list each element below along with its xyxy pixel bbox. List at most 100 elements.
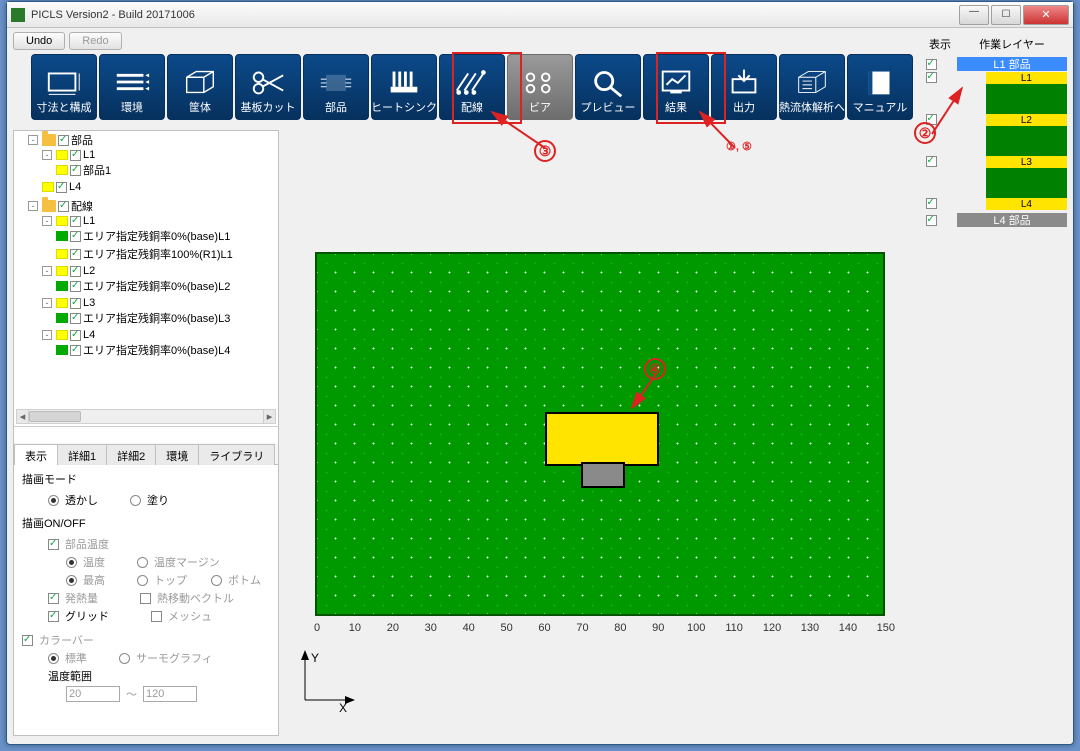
toolbar-heatsink[interactable]: ヒートシンク: [371, 54, 437, 120]
toolbar-export[interactable]: 出力: [711, 54, 777, 120]
layer-strip[interactable]: L3: [986, 156, 1067, 168]
radio-thermo[interactable]: [119, 653, 130, 664]
layer-show-chk[interactable]: [926, 59, 937, 70]
layer-strip[interactable]: L4: [986, 198, 1067, 210]
checkbox[interactable]: [70, 165, 81, 176]
radio-bottom[interactable]: [211, 575, 222, 586]
tree-view[interactable]: - 部品 - L1 部品1 L4 - 配線 - L1 エリ: [14, 131, 278, 427]
checkbox[interactable]: [70, 216, 81, 227]
scroll-left-icon[interactable]: ◂: [17, 410, 29, 423]
layer-swatch-icon: [56, 330, 68, 340]
close-button[interactable]: [1023, 5, 1069, 25]
checkbox[interactable]: [56, 182, 67, 193]
checkbox[interactable]: [70, 249, 81, 260]
toolbar-label: プレビュー: [581, 99, 636, 115]
tree-label[interactable]: エリア指定残銅率0%(base)L3: [83, 310, 230, 326]
twisty-icon[interactable]: -: [28, 201, 38, 211]
radio-standard[interactable]: [48, 653, 59, 664]
layer-show-chk[interactable]: [926, 114, 937, 125]
radio-max[interactable]: [66, 575, 77, 586]
layer-show-chk[interactable]: [926, 72, 937, 83]
tab-detail2[interactable]: 詳細2: [106, 444, 156, 465]
layer-item[interactable]: L4 部品: [957, 213, 1067, 227]
chk-grid[interactable]: [48, 611, 59, 622]
tree-label[interactable]: L1: [83, 215, 95, 227]
board-viewport[interactable]: [315, 252, 885, 616]
titlebar[interactable]: PICLS Version2 - Build 20171006: [7, 2, 1073, 28]
tab-library[interactable]: ライブラリ: [198, 444, 275, 465]
toolbar-result[interactable]: 結果: [643, 54, 709, 120]
radio-temp-margin[interactable]: [137, 557, 148, 568]
chk-heat-vec[interactable]: [140, 593, 151, 604]
radio-top[interactable]: [137, 575, 148, 586]
tree-label[interactable]: エリア指定残銅率0%(base)L4: [83, 342, 230, 358]
radio-temp[interactable]: [66, 557, 77, 568]
layer-strip[interactable]: L2: [986, 114, 1067, 126]
tree-label[interactable]: エリア指定残銅率100%(R1)L1: [83, 246, 233, 262]
input-range-lo[interactable]: 20: [66, 686, 120, 702]
checkbox[interactable]: [70, 231, 81, 242]
layer-strip[interactable]: L1: [986, 72, 1067, 84]
twisty-icon[interactable]: -: [42, 266, 52, 276]
checkbox[interactable]: [70, 298, 81, 309]
checkbox[interactable]: [58, 201, 69, 212]
input-range-hi[interactable]: 120: [143, 686, 197, 702]
component-chip[interactable]: [547, 414, 657, 464]
tree-label[interactable]: L1: [83, 149, 95, 161]
layer-item[interactable]: L1 部品: [957, 57, 1067, 71]
maximize-button[interactable]: [991, 5, 1021, 25]
layer-show-chk[interactable]: [926, 156, 937, 167]
minimize-button[interactable]: [959, 5, 989, 25]
chk-heat[interactable]: [48, 593, 59, 604]
twisty-icon[interactable]: -: [42, 298, 52, 308]
chk-mesh[interactable]: [151, 611, 162, 622]
component-pad[interactable]: [583, 464, 623, 486]
tab-env[interactable]: 環境: [155, 444, 199, 465]
toolbar-manual[interactable]: マニュアル: [847, 54, 913, 120]
layer-show-chk[interactable]: [926, 215, 937, 226]
tree-label[interactable]: 部品1: [83, 162, 111, 178]
scroll-thumb[interactable]: [29, 411, 81, 422]
radio-transparent[interactable]: [48, 495, 59, 506]
toolbar-dims[interactable]: 寸法と構成: [31, 54, 97, 120]
tree-label[interactable]: 配線: [71, 198, 93, 214]
tree-label[interactable]: L3: [83, 297, 95, 309]
tree-label[interactable]: 部品: [71, 132, 93, 148]
chk-part-temp[interactable]: [48, 539, 59, 550]
redo-button[interactable]: Redo: [69, 32, 121, 50]
layer-show-chk[interactable]: [926, 198, 937, 209]
tab-detail1[interactable]: 詳細1: [57, 444, 107, 465]
toolbar-cut[interactable]: 基板カット: [235, 54, 301, 120]
checkbox[interactable]: [70, 266, 81, 277]
radio-fill[interactable]: [130, 495, 141, 506]
toolbar-via[interactable]: ビア: [507, 54, 573, 120]
tree-label[interactable]: エリア指定残銅率0%(base)L2: [83, 278, 230, 294]
tree-hscrollbar[interactable]: ◂ ▸: [16, 409, 276, 424]
client-area: - 部品 - L1 部品1 L4 - 配線 - L1 エリ: [13, 130, 1067, 736]
twisty-icon[interactable]: -: [42, 150, 52, 160]
toolbar-cfd[interactable]: 熱流体解析へ: [779, 54, 845, 120]
toolbar-encl[interactable]: 筐体: [167, 54, 233, 120]
scroll-right-icon[interactable]: ▸: [263, 410, 275, 423]
checkbox[interactable]: [70, 330, 81, 341]
toolbar-env[interactable]: 環境: [99, 54, 165, 120]
twisty-icon[interactable]: -: [42, 216, 52, 226]
toolbar-chip[interactable]: 部品: [303, 54, 369, 120]
hdr-worklayer: 作業レイヤー: [957, 36, 1067, 54]
checkbox[interactable]: [70, 345, 81, 356]
chk-colorbar[interactable]: [22, 635, 33, 646]
toolbar-preview[interactable]: プレビュー: [575, 54, 641, 120]
undo-button[interactable]: Undo: [13, 32, 65, 50]
checkbox[interactable]: [70, 281, 81, 292]
tree-label[interactable]: L2: [83, 265, 95, 277]
checkbox[interactable]: [70, 150, 81, 161]
tab-display[interactable]: 表示: [14, 444, 58, 465]
twisty-icon[interactable]: -: [42, 330, 52, 340]
checkbox[interactable]: [58, 135, 69, 146]
checkbox[interactable]: [70, 313, 81, 324]
toolbar-trace[interactable]: 配線: [439, 54, 505, 120]
tree-label[interactable]: L4: [83, 329, 95, 341]
tree-label[interactable]: エリア指定残銅率0%(base)L1: [83, 228, 230, 244]
twisty-icon[interactable]: -: [28, 135, 38, 145]
tree-label[interactable]: L4: [69, 181, 81, 193]
